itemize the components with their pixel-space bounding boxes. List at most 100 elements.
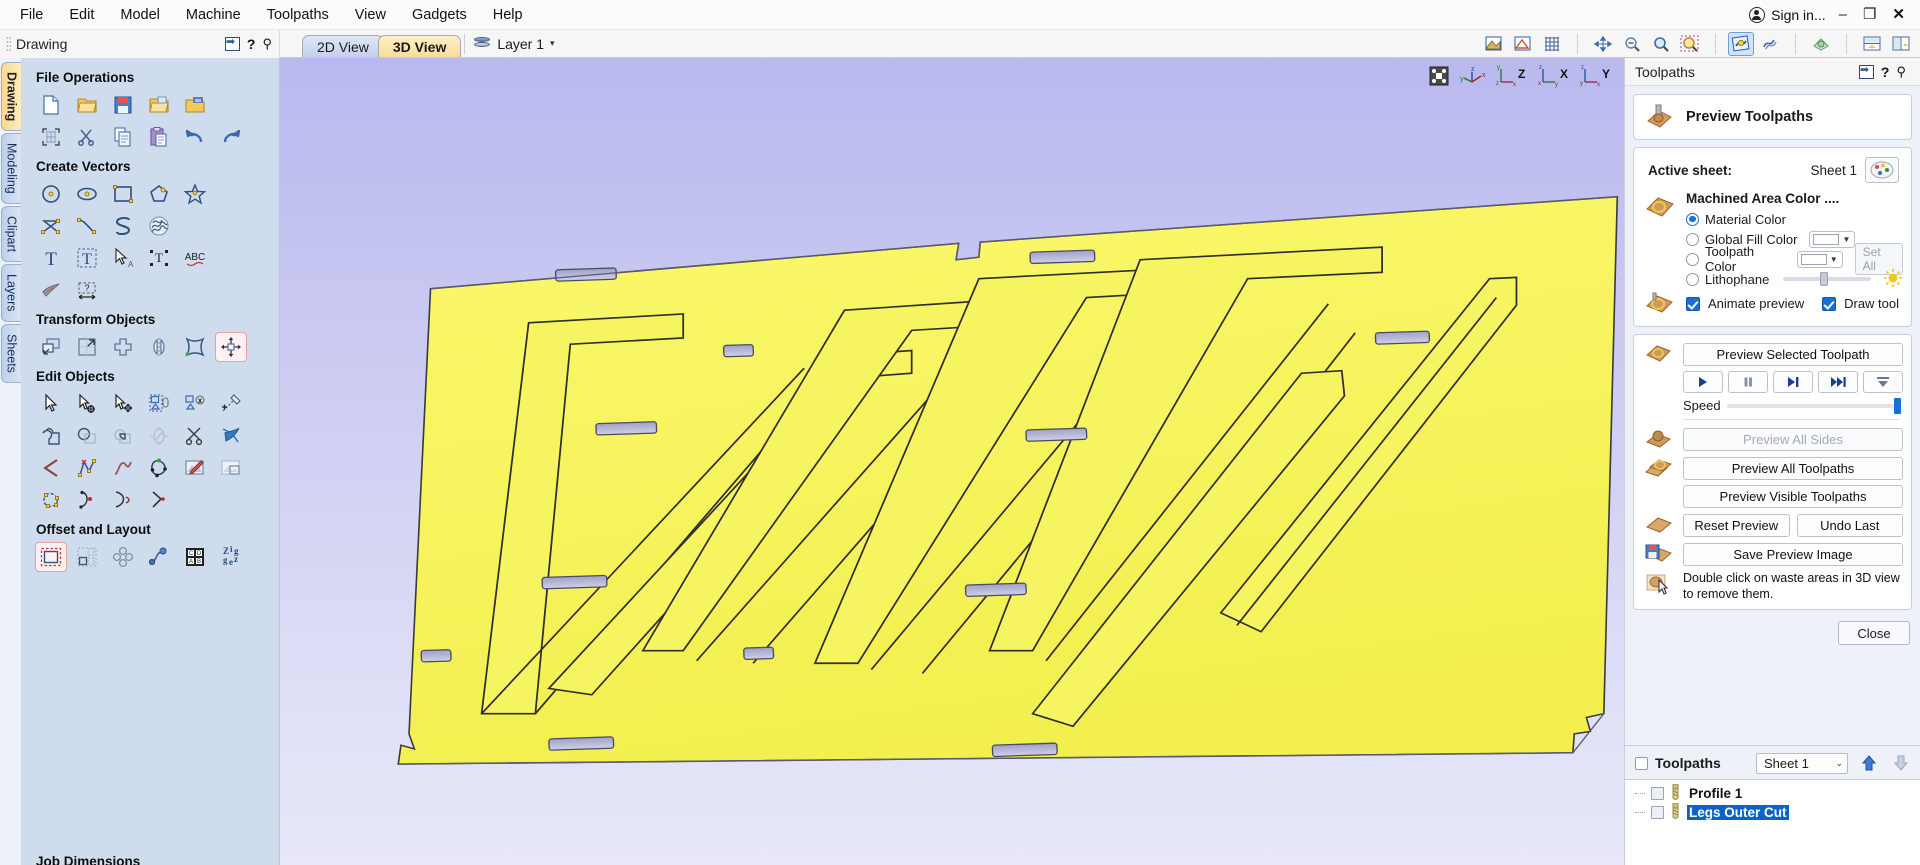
y-view-icon[interactable]: Yz y x [1580,64,1614,91]
table-row[interactable]: Profile 1 [1625,783,1920,803]
move-icon[interactable] [36,333,66,361]
scale-icon[interactable] [72,333,102,361]
table-row[interactable]: Legs Outer Cut [1625,802,1920,822]
save-icon[interactable] [108,91,138,119]
text-spellcheck-icon[interactable]: ABC [180,244,210,272]
curve-fit-icon[interactable] [108,486,138,514]
arrow-up-icon[interactable] [1858,752,1880,774]
lithophane-brightness-slider[interactable] [1783,272,1871,286]
pan-icon[interactable] [1590,32,1616,56]
checkbox-animate-preview[interactable] [1686,296,1700,311]
polyline-icon[interactable] [36,212,66,240]
weld-icon[interactable] [36,422,66,450]
auto-hide-icon[interactable] [1858,63,1874,79]
help-icon[interactable]: ? [1881,64,1890,80]
radio-material-color[interactable] [1686,212,1699,226]
preview-all-sides-button[interactable]: Preview All Sides [1683,427,1903,451]
shade-3d-icon[interactable] [1481,32,1507,56]
pin-icon[interactable]: ⚲ [262,36,272,52]
pause-icon[interactable] [1728,371,1768,393]
sheet-select[interactable]: Sheet 1 ⌄ [1756,752,1848,774]
x-view-icon[interactable]: Xz x y [1538,64,1572,91]
intersect-icon[interactable] [108,422,138,450]
circle-icon[interactable] [36,180,66,208]
tab-2d-view[interactable]: 2D View [302,35,384,57]
group-icon[interactable] [144,390,174,418]
iso-view-icon[interactable]: zy x [1458,64,1488,91]
palette-icon[interactable] [1865,157,1899,183]
undo-last-button[interactable]: Undo Last [1796,513,1903,537]
fillet-icon[interactable] [36,454,66,482]
option-material-color[interactable]: Material Color [1686,209,1903,229]
move-node-icon[interactable] [108,390,138,418]
iso-box-icon[interactable] [1428,65,1450,90]
speed-slider[interactable] [1726,397,1901,414]
radio-lithophane[interactable] [1686,272,1699,286]
z-view-icon[interactable]: Zy z x [1496,64,1530,91]
star-icon[interactable] [180,180,210,208]
help-icon[interactable]: ? [247,36,256,52]
grid-icon[interactable] [1539,32,1565,56]
drag-grip[interactable] [6,36,11,52]
zoom-out-icon[interactable] [1619,32,1645,56]
trim-icon[interactable] [144,422,174,450]
toolpath-color-picker[interactable]: ▼ [1796,250,1843,268]
crop-bitmap-icon[interactable] [216,454,246,482]
preview-selected-toolpath-button[interactable]: Preview Selected Toolpath [1683,342,1903,366]
toolpath-draw-icon[interactable] [1757,32,1783,56]
close-window-button[interactable]: ✕ [1889,7,1908,22]
scissors-icon[interactable] [180,422,210,450]
join-icon[interactable] [216,422,246,450]
align-icon[interactable] [108,333,138,361]
tab-3d-view[interactable]: 3D View [377,35,462,57]
fast-forward-icon[interactable] [1818,371,1858,393]
offset-nodes-icon[interactable] [36,486,66,514]
menu-machine[interactable]: Machine [174,2,253,28]
plate-layout-icon[interactable]: CDAB [180,543,210,571]
reset-preview-button[interactable]: Reset Preview [1683,513,1790,537]
radio-global-fill-color[interactable] [1686,232,1699,246]
save-preview-image-button[interactable]: Save Preview Image [1683,542,1903,566]
speed-slider-knob[interactable] [1894,397,1901,414]
sidebar-tab-clipart[interactable]: Clipart [0,206,21,263]
toolpath-name-selected[interactable]: Legs Outer Cut [1687,805,1789,820]
close-vector-icon[interactable] [144,454,174,482]
menu-edit[interactable]: Edit [57,2,106,28]
global-fill-color-picker[interactable]: ▼ [1809,230,1856,248]
node-edit-icon[interactable] [72,390,102,418]
menu-file[interactable]: File [8,2,55,28]
auto-hide-icon[interactable] [224,35,240,51]
layer-selector[interactable]: Layer 1 ▾ [474,36,555,52]
open-folder-icon[interactable] [72,91,102,119]
3d-viewport[interactable]: zyx Zyzx Xzxy Yzyx [280,58,1624,865]
menu-gadgets[interactable]: Gadgets [400,2,479,28]
cut-icon[interactable] [72,123,102,151]
maximize-button[interactable]: ❐ [1860,7,1879,22]
rotate-icon[interactable] [215,332,247,362]
draw-curve-icon[interactable] [108,212,138,240]
paste-icon[interactable] [144,123,174,151]
measure-icon[interactable] [216,390,246,418]
select-text-icon[interactable]: AB [108,244,138,272]
dimension-icon[interactable]: ? [72,276,102,304]
preview-visible-toolpaths-button[interactable]: Preview Visible Toolpaths [1683,485,1903,508]
preview-all-toolpaths-button[interactable]: Preview All Toolpaths [1683,456,1903,480]
mirror-icon[interactable] [144,333,174,361]
trace-bitmap-icon[interactable] [36,276,66,304]
select-arrow-icon[interactable] [36,390,66,418]
sidebar-tab-sheets[interactable]: Sheets [0,323,21,383]
distort-icon[interactable] [180,333,210,361]
ungroup-icon[interactable]: x [180,390,210,418]
checkbox-toolpath-visible[interactable] [1651,787,1664,800]
menu-view[interactable]: View [343,2,398,28]
sidebar-tab-modeling[interactable]: Modeling [0,133,21,205]
rectangle-icon[interactable] [108,180,138,208]
menu-help[interactable]: Help [481,2,535,28]
new-file-icon[interactable] [36,91,66,119]
sidebar-tab-drawing[interactable]: Drawing [0,62,21,132]
step-forward-icon[interactable] [1773,371,1813,393]
outline-3d-icon[interactable] [1510,32,1536,56]
create-text-icon[interactable]: T [36,244,66,272]
ellipse-icon[interactable] [72,180,102,208]
insert-node-icon[interactable] [144,486,174,514]
